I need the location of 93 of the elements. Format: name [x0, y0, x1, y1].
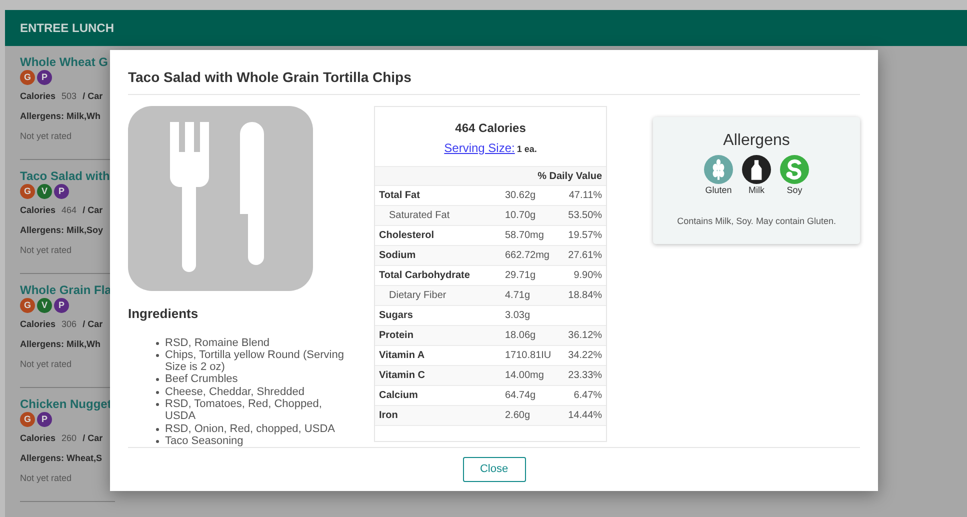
ingredient-item: Beef Crumbles	[165, 373, 238, 386]
serving-size-value: 1 ea.	[516, 143, 537, 156]
carbs-label: / Car	[82, 432, 103, 444]
ingredient-item: RSD, Romaine Blend	[165, 336, 270, 349]
nutrient-name: Total Fat	[379, 189, 421, 203]
allergens-text: Allergens: Milk,Wh	[20, 338, 102, 350]
nutrient-name: Vitamin C	[379, 369, 426, 383]
daily-value: 14.44%	[568, 409, 602, 423]
nutrient-amount: 58.70mg	[505, 229, 545, 243]
bullet-icon	[156, 342, 159, 344]
nutrient-amount: 30.62g	[505, 189, 537, 203]
carbs-label: / Car	[82, 204, 103, 216]
bullet-icon	[156, 428, 159, 431]
ingredient-item: Taco Seasoning	[165, 434, 244, 448]
calories-total: 464 Calories	[455, 120, 526, 137]
rating-text: Not yet rated	[20, 358, 73, 370]
calories-value: 464	[62, 204, 77, 216]
allergens-text: Allergens: Milk,Soy	[20, 224, 104, 236]
nutrient-amount: 1710.81IU	[505, 349, 552, 363]
allergens-text: Allergens: Wheat,S	[20, 452, 104, 464]
calories-value: 260	[62, 432, 77, 444]
diet-badge: G	[20, 70, 35, 85]
diet-badge: V	[37, 298, 52, 313]
bullet-icon	[156, 402, 159, 406]
calories-label: Calories	[20, 318, 56, 330]
rating-text: Not yet rated	[20, 244, 73, 256]
calories-value: 306	[62, 318, 77, 330]
ingredient-item: RSD, Onion, Red, chopped, USDA	[165, 422, 335, 435]
diet-badge: V	[37, 184, 52, 199]
section-title: ENTREE LUNCH	[20, 20, 114, 37]
ingredient-item: Cheese, Cheddar, Shredded	[165, 386, 304, 398]
daily-value: 36.12%	[568, 329, 602, 343]
nutrient-amount: 3.03g	[505, 309, 532, 323]
calories-label: Calories	[20, 432, 56, 444]
nutrient-name: Saturated Fat	[388, 209, 451, 223]
daily-value: 47.11%	[568, 189, 602, 203]
diet-badge: P	[54, 184, 69, 199]
bullet-icon	[156, 354, 159, 357]
nutrient-name: Dietary Fiber	[388, 289, 448, 303]
daily-value: 27.61%	[568, 249, 602, 263]
close-button[interactable]: Close	[462, 457, 526, 482]
nutrient-name: Protein	[379, 329, 414, 343]
bullet-icon	[156, 378, 159, 382]
diet-badge: G	[20, 184, 35, 199]
carbs-label: / Car	[82, 90, 103, 102]
nutrient-amount: 10.70g	[505, 209, 537, 223]
daily-value: 23.33%	[568, 369, 602, 383]
ingredient-item: RSD, Tomatoes, Red, Chopped, USDA	[165, 398, 323, 423]
ingredients-heading: Ingredients	[128, 305, 200, 323]
diet-badge: G	[20, 412, 35, 427]
bullet-icon	[156, 440, 159, 443]
nutrient-name: Sodium	[379, 249, 417, 263]
daily-value: 18.84%	[568, 289, 602, 303]
nutrient-name: Iron	[379, 409, 399, 423]
allergens-text: Allergens: Milk,Wh	[20, 110, 102, 122]
allergen-label: Milk	[748, 184, 765, 197]
nutrient-name: Cholesterol	[379, 229, 436, 243]
nutrient-amount: 18.06g	[505, 329, 537, 343]
ingredient-item: Chips, Tortilla yellow Round (Serving Size is 2 oz)	[165, 348, 345, 374]
nutrient-amount: 2.60g	[505, 409, 532, 423]
allergen-label: Gluten	[705, 184, 732, 197]
allergen-label: Soy	[786, 184, 802, 197]
carbs-label: / Car	[82, 318, 103, 330]
diet-badge: P	[37, 70, 52, 85]
diet-badge: P	[54, 298, 69, 313]
bullet-icon	[156, 390, 159, 394]
calories-label: Calories	[20, 90, 56, 102]
nutrient-amount: 14.00mg	[505, 369, 545, 383]
nutrient-amount: 662.72mg	[505, 249, 550, 263]
allergens-title: Allergens	[723, 131, 790, 151]
nutrient-name: Calcium	[379, 389, 419, 403]
diet-badge: G	[20, 298, 35, 313]
nutrient-amount: 29.71g	[505, 269, 537, 283]
rating-text: Not yet rated	[20, 472, 73, 484]
utensils-icon	[128, 106, 313, 291]
daily-value: 6.47%	[574, 389, 602, 403]
daily-value: 34.22%	[568, 349, 602, 363]
daily-value: 53.50%	[568, 209, 602, 223]
dialog-title: Taco Salad with Whole Grain Tortilla Chips	[128, 68, 412, 87]
nutrient-name: Sugars	[379, 309, 414, 323]
rating-text: Not yet rated	[20, 130, 73, 142]
nutrient-name: Total Carbohydrate	[379, 269, 471, 283]
diet-badge: P	[37, 412, 52, 427]
calories-value: 503	[62, 90, 77, 102]
daily-value: 9.90%	[574, 269, 602, 283]
nutrient-amount: 64.74g	[505, 389, 537, 403]
column-header: % Daily Value	[538, 170, 602, 184]
nutrient-name: Vitamin A	[379, 349, 426, 363]
calories-label: Calories	[20, 204, 56, 216]
serving-size-link[interactable]: Serving Size:	[444, 139, 515, 157]
daily-value: 19.57%	[568, 229, 602, 243]
allergens-note: Contains Milk, Soy. May contain Gluten.	[677, 214, 836, 228]
nutrient-amount: 4.71g	[505, 289, 532, 303]
